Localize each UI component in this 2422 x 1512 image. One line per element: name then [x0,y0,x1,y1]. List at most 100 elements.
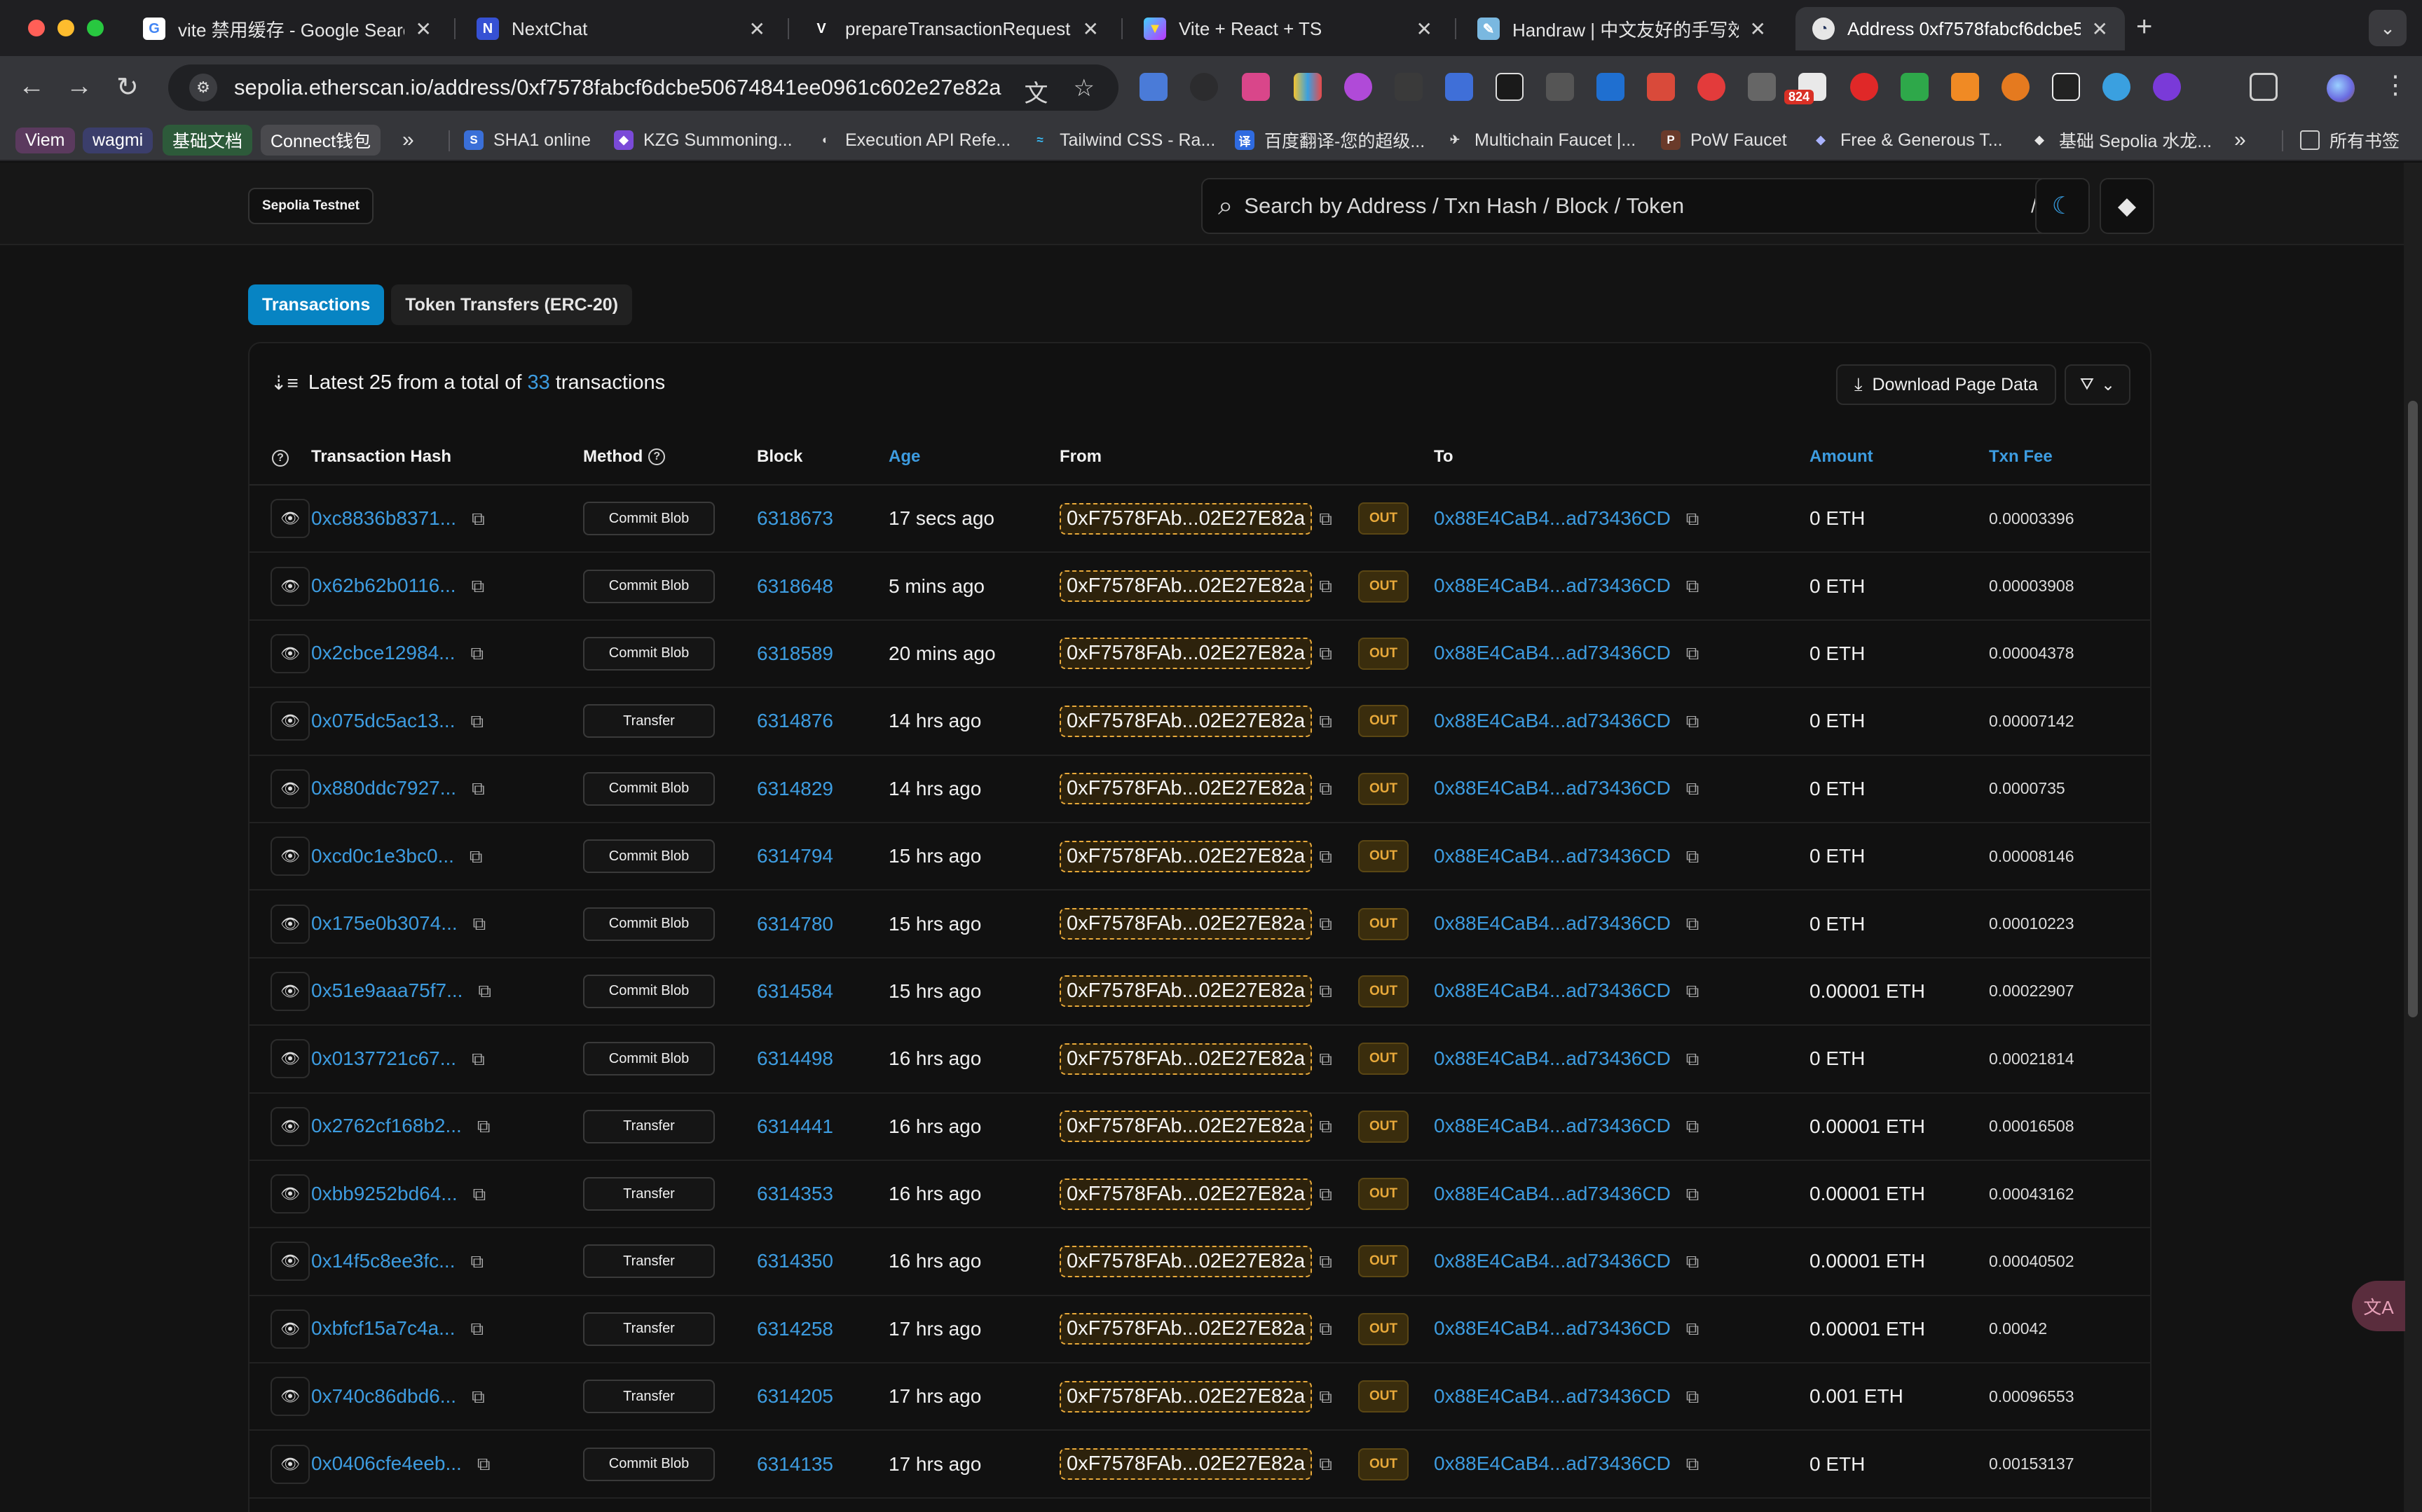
transaction-count-link[interactable]: 33 [527,371,549,394]
metamask-extension-icon[interactable] [1951,73,1979,101]
to-address-link[interactable]: 0x88E4CaB4...ad73436CD [1434,575,1671,596]
copy-icon[interactable]: ⧉ [477,1453,491,1476]
close-tab-icon[interactable]: ✕ [1750,18,1766,41]
bookmark-item[interactable]: Viem [15,126,75,154]
eye-icon[interactable]: 👁 [271,971,310,1011]
from-address[interactable]: 0xF7578FAb...02E27E82a [1060,975,1313,1008]
copy-icon[interactable]: ⧉ [1686,1453,1699,1476]
more-bookmarks-icon[interactable]: » [2234,126,2246,154]
from-address[interactable]: 0xF7578FAb...02E27E82a [1060,773,1313,805]
extension-icon[interactable] [1395,73,1423,101]
copy-icon[interactable]: ⧉ [471,642,484,665]
block-link[interactable]: 6314876 [757,710,833,731]
copy-icon[interactable]: ⧉ [472,1048,485,1071]
tx-hash-link[interactable]: 0xcd0c1e3bc0... [311,845,454,867]
copy-icon[interactable]: ⧉ [473,1183,486,1206]
eye-icon[interactable]: 👁 [271,1444,310,1484]
close-window-button[interactable] [28,20,45,36]
from-address[interactable]: 0xF7578FAb...02E27E82a [1060,570,1313,603]
page-scrollbar[interactable] [2404,163,2422,1512]
help-circle-icon[interactable]: ? [648,448,666,466]
sort-icon[interactable]: ⇣≡ [271,371,299,394]
from-address[interactable]: 0xF7578FAb...02E27E82a [1060,502,1313,535]
tx-hash-link[interactable]: 0xc8836b8371... [311,507,456,529]
copy-icon[interactable]: ⧉ [472,1386,485,1408]
eye-icon[interactable]: 👁 [271,566,310,606]
block-link[interactable]: 6314353 [757,1183,833,1204]
extension-icon[interactable] [1344,73,1372,101]
eye-icon[interactable]: 👁 [271,1106,310,1146]
tx-hash-link[interactable]: 0x740c86dbd6... [311,1385,456,1407]
close-tab-icon[interactable]: ✕ [1083,18,1099,41]
copy-icon[interactable]: ⧉ [472,575,485,598]
copy-icon[interactable]: ⧉ [1319,1386,1332,1408]
bookmark-item[interactable]: 译百度翻译-您的超级... [1235,126,1425,154]
to-address-link[interactable]: 0x88E4CaB4...ad73436CD [1434,912,1671,934]
bookmark-item[interactable]: ◐ Execution API Refe... [816,126,1011,154]
tab-search-button[interactable]: ⌄ [2369,10,2407,46]
from-address[interactable]: 0xF7578FAb...02E27E82a [1060,908,1313,940]
block-link[interactable]: 6314498 [757,1047,833,1069]
block-link[interactable]: 6314205 [757,1385,833,1407]
copy-icon[interactable]: ⧉ [1319,508,1332,530]
tx-hash-link[interactable]: 0x14f5c8ee3fc... [311,1250,455,1272]
eye-icon[interactable]: 👁 [271,1039,310,1079]
new-tab-button[interactable]: + [2136,11,2152,43]
bookmark-item[interactable]: Connect钱包 [261,125,381,156]
browser-tab-active[interactable]: ◔ Address 0xf7578fabcf6dcbe5 ✕ [1795,7,2125,50]
copy-icon[interactable]: ⧉ [1319,1048,1332,1071]
column-header-age[interactable]: Age [889,429,1060,486]
to-address-link[interactable]: 0x88E4CaB4...ad73436CD [1434,507,1671,529]
copy-icon[interactable]: ⧉ [1319,846,1332,868]
copy-icon[interactable]: ⧉ [1319,710,1332,733]
close-tab-icon[interactable]: ✕ [749,18,765,41]
extension-icon[interactable] [2002,73,2030,101]
copy-icon[interactable]: ⧉ [478,980,491,1003]
copy-icon[interactable]: ⧉ [1319,778,1332,800]
copy-icon[interactable]: ⧉ [1686,1318,1699,1340]
to-address-link[interactable]: 0x88E4CaB4...ad73436CD [1434,1385,1671,1407]
eye-icon[interactable]: 👁 [271,633,310,673]
bookmark-item[interactable]: 基础文档 [163,125,253,156]
copy-icon[interactable]: ⧉ [1686,980,1699,1003]
copy-icon[interactable]: ⧉ [1686,1183,1699,1206]
tx-hash-link[interactable]: 0x51e9aaa75f7... [311,980,463,1001]
to-address-link[interactable]: 0x88E4CaB4...ad73436CD [1434,1250,1671,1272]
more-bookmarks-icon[interactable]: » [402,126,414,154]
copy-icon[interactable]: ⧉ [473,913,486,935]
copy-icon[interactable]: ⧉ [1319,1115,1332,1138]
browser-tab[interactable]: N NextChat ✕ [460,7,782,50]
block-link[interactable]: 6318673 [757,507,833,529]
tx-hash-link[interactable]: 0x62b62b0116... [311,575,456,596]
browser-tab[interactable]: G vite 禁用缓存 - Google Search ✕ [126,7,449,50]
browser-tab[interactable]: ✎ Handraw | 中文友好的手写效果 ✕ [1460,7,1783,50]
eye-icon[interactable]: 👁 [271,904,310,944]
copy-icon[interactable]: ⧉ [477,1115,491,1138]
copy-icon[interactable]: ⧉ [1319,575,1332,598]
column-header-amount[interactable]: Amount [1809,429,1989,486]
extension-icon[interactable] [1445,73,1473,101]
tx-hash-link[interactable]: 0xbb9252bd64... [311,1183,458,1204]
copy-icon[interactable]: ⧉ [470,1318,484,1340]
extension-icon[interactable] [1647,73,1675,101]
extension-icon[interactable] [1242,73,1270,101]
download-page-data-button[interactable]: ⤓ Download Page Data [1836,364,2056,405]
address-bar[interactable]: ⚙ sepolia.etherscan.io/address/0xf7578fa… [168,64,1118,111]
translate-float-button[interactable]: 文A [2352,1281,2405,1331]
tab-token-transfers[interactable]: Token Transfers (ERC-20) [391,284,633,325]
scrollbar-thumb[interactable] [2408,401,2418,1017]
from-address[interactable]: 0xF7578FAb...02E27E82a [1060,705,1313,737]
block-link[interactable]: 6314258 [757,1318,833,1340]
extension-icon[interactable] [2153,73,2181,101]
copy-icon[interactable]: ⧉ [1686,508,1699,530]
copy-icon[interactable]: ⧉ [1686,642,1699,665]
extension-icon[interactable] [2052,73,2080,101]
from-address[interactable]: 0xF7578FAb...02E27E82a [1060,1245,1313,1277]
copy-icon[interactable]: ⧉ [1686,1386,1699,1408]
tx-hash-link[interactable]: 0x075dc5ac13... [311,710,456,731]
block-link[interactable]: 6314135 [757,1453,833,1475]
copy-icon[interactable]: ⧉ [471,710,484,733]
network-badge[interactable]: Sepolia Testnet [248,188,374,224]
tx-hash-link[interactable]: 0x0406cfe4eeb... [311,1452,462,1474]
copy-icon[interactable]: ⧉ [1319,1453,1332,1476]
